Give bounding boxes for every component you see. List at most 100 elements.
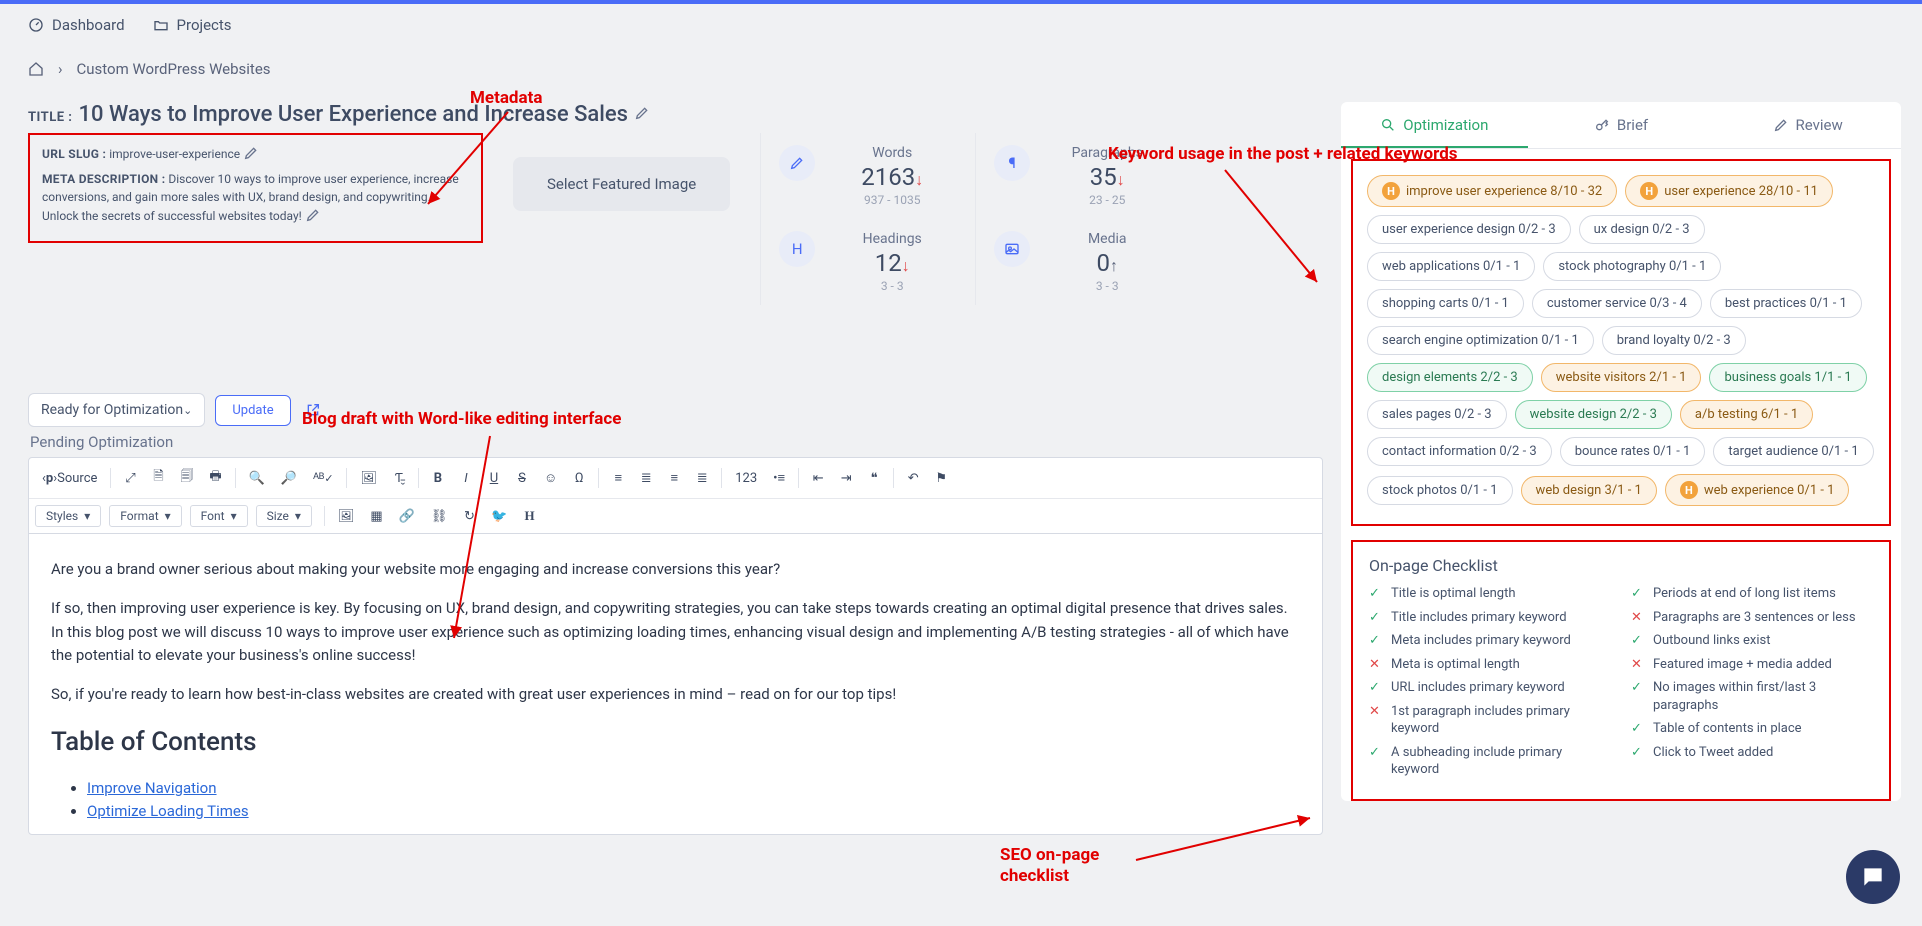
print-icon[interactable]: 🖶 [202,462,228,494]
font-select[interactable]: Font ▾ [190,505,248,527]
keyword-pill[interactable]: contact information 0/2 - 3 [1367,437,1552,466]
table-icon[interactable]: ▦ [363,504,389,529]
checklist-item: ✓Outbound links exist [1631,632,1873,650]
tab-optimization[interactable]: Optimization [1341,102,1528,148]
styles-select[interactable]: Styles ▾ [35,505,101,527]
keyword-text: a/b testing 6/1 - 1 [1695,407,1798,422]
spellcheck-icon[interactable]: ᴬᴮ✓ [306,465,340,491]
checklist-text: Title is optimal length [1391,585,1515,603]
edit-title-icon[interactable] [634,105,650,121]
emoji-icon[interactable]: ☺ [537,465,564,491]
tab-review[interactable]: Review [1714,102,1901,148]
keyword-pill[interactable]: Hweb experience 0/1 - 1 [1665,474,1850,506]
link-icon[interactable]: 🔗 [392,504,422,529]
format-select[interactable]: Format ▾ [109,505,181,527]
review-icon [1773,117,1789,133]
undo-icon[interactable]: ↶ [900,466,926,491]
outdent-icon[interactable]: ⇤ [805,466,831,491]
save-icon[interactable]: 🗐 [173,462,200,494]
keyword-pill[interactable]: business goals 1/1 - 1 [1709,363,1866,392]
chat-widget[interactable] [1846,850,1900,904]
indent-icon[interactable]: ⇥ [833,466,859,491]
checklist-item: ✓Click to Tweet added [1631,744,1873,762]
home-icon[interactable] [28,61,44,77]
list-ul-icon[interactable]: •≡ [766,465,792,491]
twitter-icon[interactable]: 🐦 [484,504,514,529]
flag-icon[interactable]: ⚑ [928,466,954,491]
select-featured-image-button[interactable]: Select Featured Image [513,157,730,211]
keyword-pill[interactable]: Huser experience 28/10 - 11 [1625,175,1833,207]
check-icon: ✓ [1631,679,1645,697]
edit-slug-icon[interactable] [243,145,259,161]
update-button[interactable]: Update [215,395,290,426]
keyword-pill[interactable]: website design 2/2 - 3 [1515,400,1672,429]
unlink-icon[interactable]: ⛓ [424,504,455,529]
keyword-pill[interactable]: target audience 0/1 - 1 [1713,437,1873,466]
check-icon: ✓ [1631,632,1645,650]
zoom-out-icon[interactable]: 🔎 [274,466,304,491]
keyword-pill[interactable]: website visitors 2/1 - 1 [1541,363,1702,392]
quote-icon[interactable]: ❝ [861,466,887,491]
omega-icon[interactable]: Ω [566,466,592,491]
keyword-pill[interactable]: ux design 0/2 - 3 [1579,215,1705,244]
stat-range: 3 - 3 [1042,279,1172,293]
checklist-text: Click to Tweet added [1653,744,1773,762]
refresh-icon[interactable]: ↻ [456,504,482,529]
breadcrumb-sep: › [58,60,63,78]
list-ol-icon[interactable]: 123 [728,466,764,491]
breadcrumb-project[interactable]: Custom WordPress Websites [77,60,271,78]
keyword-pill[interactable]: stock photography 0/1 - 1 [1543,252,1721,281]
keyword-pill[interactable]: shopping carts 0/1 - 1 [1367,289,1524,318]
keyword-pill[interactable]: web applications 0/1 - 1 [1367,252,1535,281]
keyword-pill[interactable]: a/b testing 6/1 - 1 [1680,400,1813,429]
align-right-icon[interactable]: ≡ [661,465,687,491]
align-left-icon[interactable]: ≡ [605,465,631,491]
keyword-pill[interactable]: brand loyalty 0/2 - 3 [1602,326,1746,355]
status-select[interactable]: Ready for Optimization⌄ [28,393,205,427]
checklist-text: 1st paragraph includes primary keyword [1391,703,1611,738]
stat-value: 35 [1090,163,1117,191]
italic-icon[interactable]: I [453,466,479,491]
image-insert-icon[interactable]: 🖼 [353,466,384,491]
keyword-pill[interactable]: sales pages 0/2 - 3 [1367,400,1507,429]
new-doc-icon[interactable]: 🗎 [145,462,171,494]
keyword-pill[interactable]: bounce rates 0/1 - 1 [1560,437,1706,466]
keyword-pill[interactable]: best practices 0/1 - 1 [1710,289,1862,318]
keyword-pill[interactable]: search engine optimization 0/1 - 1 [1367,326,1594,355]
strike-icon[interactable]: S [509,466,535,491]
zoom-in-icon[interactable]: 🔍 [242,466,272,491]
keyword-text: search engine optimization 0/1 - 1 [1382,333,1579,348]
align-justify-icon[interactable]: ≣ [689,466,715,491]
keyword-pill[interactable]: design elements 2/2 - 3 [1367,363,1533,392]
checklist-item: ✕1st paragraph includes primary keyword [1369,703,1611,738]
keyword-text: design elements 2/2 - 3 [1382,370,1518,385]
toc-link[interactable]: Improve Navigation [87,779,217,797]
keyword-pill[interactable]: stock photos 0/1 - 1 [1367,476,1513,505]
tab-brief[interactable]: Brief [1528,102,1715,148]
keyword-pill[interactable]: customer service 0/3 - 4 [1532,289,1702,318]
keyword-pill[interactable]: user experience design 0/2 - 3 [1367,215,1571,244]
editor-body[interactable]: Are you a brand owner serious about maki… [29,534,1322,834]
media-icon[interactable]: 🖼 [331,504,362,529]
stat-value: 12 [875,249,902,277]
external-link-icon[interactable] [305,402,321,418]
stats-grid: Words 2163↓ 937 - 1035 ¶ Paragraphs 35↓ … [760,133,1190,305]
toc-link[interactable]: Optimize Loading Times [87,802,249,820]
source-button[interactable]: ‹p› Source [35,466,104,491]
underline-icon[interactable]: U [481,466,507,491]
align-center-icon[interactable]: ≣ [633,466,659,491]
checklist-text: Table of contents in place [1653,720,1802,738]
checklist-item: ✓Title includes primary keyword [1369,609,1611,627]
nav-projects[interactable]: Projects [153,16,232,34]
clear-format-icon[interactable]: Ƭ̵̬ [386,465,412,491]
keyword-pill[interactable]: Himprove user experience 8/10 - 32 [1367,175,1617,207]
nav-dashboard[interactable]: Dashboard [28,16,125,34]
heading-icon: H [779,231,815,267]
heading-btn-icon[interactable]: H [517,503,543,529]
bold-icon[interactable]: B [425,466,451,491]
keyword-pill[interactable]: web design 3/1 - 1 [1521,476,1657,505]
size-select[interactable]: Size ▾ [256,505,312,527]
edit-desc-icon[interactable] [305,207,321,223]
editor-toolbar: ‹p› Source ⤢ 🗎 🗐 🖶 🔍 🔎 ᴬᴮ✓ 🖼 Ƭ̵̬ B I [29,458,1322,534]
expand-icon[interactable]: ⤢ [117,466,143,491]
